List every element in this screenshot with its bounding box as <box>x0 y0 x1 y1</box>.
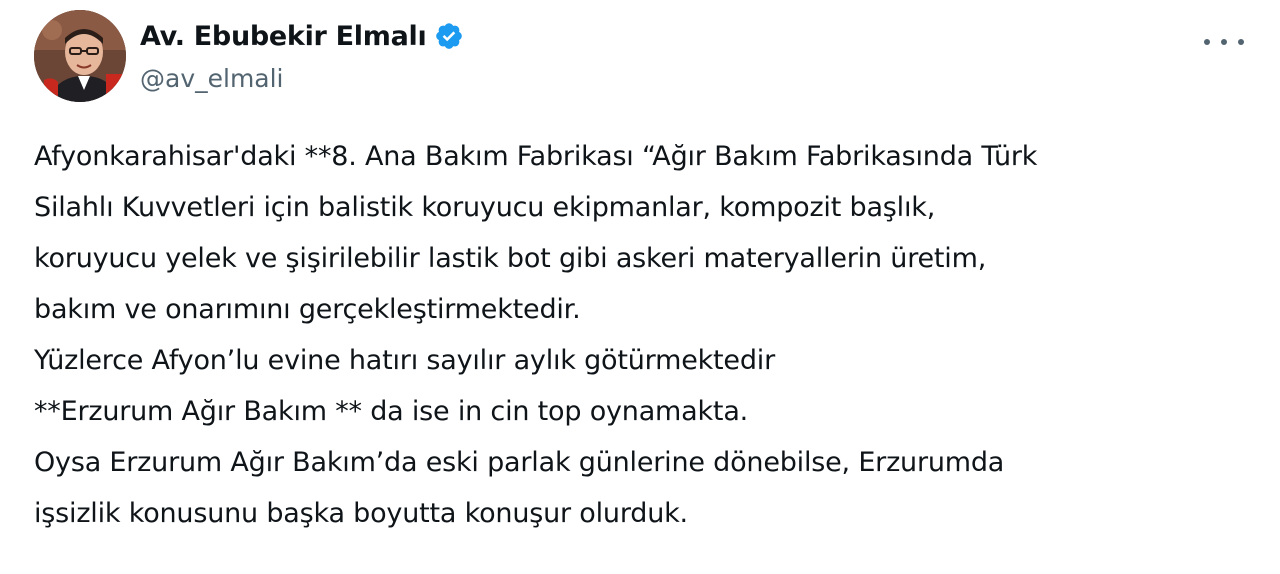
tweet-line: Yüzlerce Afyon’lu evine hatırı sayılır a… <box>34 345 775 376</box>
username[interactable]: @av_elmali <box>140 64 464 93</box>
tweet-line: işsizlik konusunu başka boyutta konuşur … <box>34 498 688 529</box>
tweet-line: bakım ve onarımını gerçekleştirmektedir. <box>34 294 581 325</box>
avatar[interactable] <box>34 10 126 102</box>
tweet-line: Afyonkarahisar'daki **8. Ana Bakım Fabri… <box>34 141 1038 172</box>
tweet-header: Av. Ebubekir Elmalı @av_elmali <box>34 10 1246 106</box>
tweet-line: Silahlı Kuvvetleri için balistik koruyuc… <box>34 192 936 223</box>
tweet-text: Afyonkarahisar'daki **8. Ana Bakım Fabri… <box>34 131 1264 539</box>
tweet-line: koruyucu yelek ve şişirilebilir lastik b… <box>34 243 987 274</box>
more-dot <box>1238 39 1244 45</box>
more-horizontal-icon[interactable] <box>1204 32 1244 52</box>
more-dot <box>1221 39 1227 45</box>
tweet-line: **Erzurum Ağır Bakım ** da ise in cin to… <box>34 396 749 427</box>
verified-badge-icon <box>434 21 464 51</box>
display-name-row: Av. Ebubekir Elmalı <box>140 16 464 56</box>
display-name[interactable]: Av. Ebubekir Elmalı <box>140 21 427 52</box>
user-info: Av. Ebubekir Elmalı @av_elmali <box>140 16 464 93</box>
tweet-line: Oysa Erzurum Ağır Bakım’da eski parlak g… <box>34 447 1005 478</box>
more-dot <box>1204 39 1210 45</box>
